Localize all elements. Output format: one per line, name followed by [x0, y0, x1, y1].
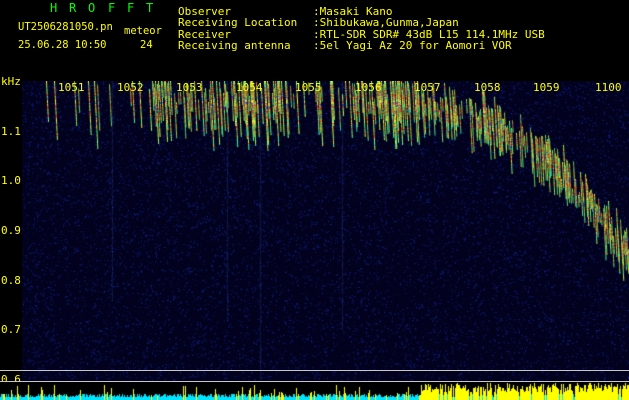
title-letter: O	[88, 1, 96, 15]
x-tick-label: 1058	[474, 81, 501, 94]
x-tick-label: 1052	[117, 81, 144, 94]
intensity-strip	[0, 382, 629, 400]
x-tick-label: 1100	[595, 81, 622, 94]
y-tick-label: 0.8	[1, 274, 21, 287]
y-tick-label: 0.7	[1, 323, 21, 336]
datetime-label: 25.06.28 10:50	[18, 39, 107, 51]
x-tick-label: 1053	[176, 81, 203, 94]
title-letter: F	[127, 1, 135, 15]
spectrogram	[22, 81, 629, 381]
spectrogram-canvas	[22, 81, 629, 381]
x-tick-label: 1054	[236, 81, 263, 94]
x-tick-label: 1059	[533, 81, 560, 94]
x-tick-label: 1055	[295, 81, 322, 94]
antenna-value: :5el Yagi Az 20 for Aomori VOR	[313, 39, 512, 52]
hrofft-window: H R O F F T UT2506281050.pn meteor 25.06…	[0, 0, 629, 400]
location-label: Receiving Location	[178, 16, 298, 29]
count-label: 24	[140, 39, 153, 51]
y-tick-label: 1.0	[1, 174, 21, 187]
mode-label: meteor	[124, 25, 162, 37]
title-letter: H	[50, 1, 58, 15]
title-letter: T	[146, 1, 154, 15]
y-unit-label: kHz	[1, 75, 21, 88]
location-value: :Shibukawa,Gunma,Japan	[313, 16, 459, 29]
x-tick-label: 1057	[414, 81, 441, 94]
x-tick-label: 1051	[58, 81, 85, 94]
y-tick-label: 0.9	[1, 224, 21, 237]
y-tick-label: 1.1	[1, 125, 21, 138]
separator-line	[0, 370, 629, 371]
x-tick-label: 1056	[355, 81, 382, 94]
filename-label: UT2506281050.pn	[18, 21, 113, 33]
antenna-label: Receiving antenna	[178, 39, 291, 52]
title-letter: F	[108, 1, 116, 15]
title-letter: R	[69, 1, 77, 15]
